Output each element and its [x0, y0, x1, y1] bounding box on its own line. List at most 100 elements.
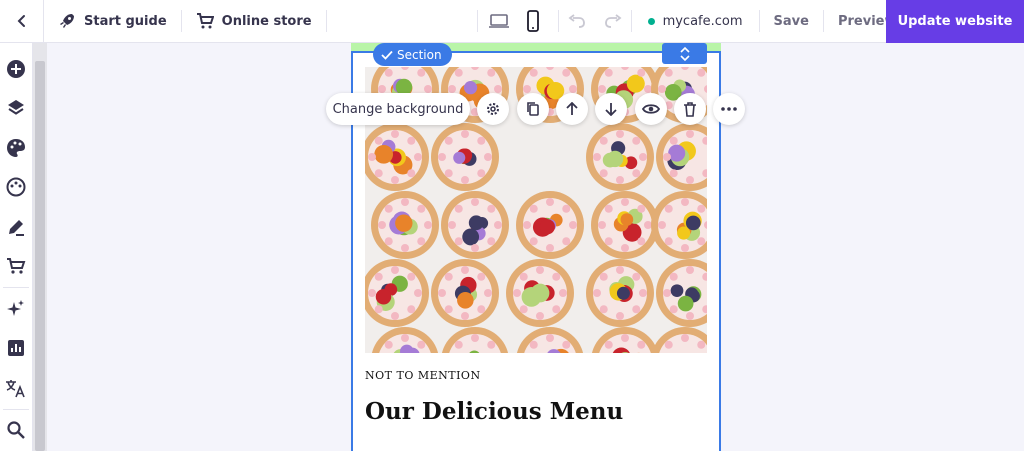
cream-dollop	[391, 266, 399, 274]
delete-section-button[interactable]	[674, 93, 706, 125]
cream-dollop	[484, 153, 492, 161]
cream-dollop	[487, 340, 496, 349]
arrow-down-icon	[605, 103, 617, 116]
start-guide-button[interactable]: Start guide	[44, 0, 181, 43]
cream-dollop	[471, 334, 479, 342]
cream-dollop	[559, 289, 567, 297]
cream-dollop	[487, 237, 496, 246]
cream-dollop	[454, 340, 463, 349]
cream-dollop	[686, 130, 694, 138]
cream-dollop	[407, 169, 416, 178]
redo-button[interactable]	[595, 0, 631, 43]
cream-dollop	[529, 68, 538, 77]
fruit-topping	[457, 292, 474, 309]
eye-icon	[642, 104, 660, 114]
cream-dollop	[448, 85, 456, 93]
section-settings-button[interactable]	[477, 93, 509, 125]
fruit-topping	[462, 228, 480, 246]
more-horizontal-icon	[721, 107, 737, 111]
toggle-visibility-button[interactable]	[635, 93, 667, 125]
online-store-button[interactable]: Online store	[182, 0, 326, 43]
back-button[interactable]	[0, 0, 44, 43]
layers-icon	[8, 100, 24, 115]
desktop-icon	[488, 14, 509, 28]
cream-dollop	[424, 221, 432, 229]
check-icon	[381, 50, 393, 60]
cream-dollop	[529, 204, 538, 213]
theme-button[interactable]	[0, 168, 33, 208]
section-badge[interactable]: Section	[373, 43, 452, 66]
cream-dollop	[644, 221, 652, 229]
duplicate-section-button[interactable]	[517, 93, 549, 125]
start-guide-label: Start guide	[84, 13, 167, 29]
scrollbar-thumb[interactable]	[35, 61, 45, 451]
ai-tools-button[interactable]	[0, 289, 33, 329]
cream-dollop	[569, 221, 577, 229]
save-button[interactable]: Save	[760, 14, 823, 29]
fruit-topping	[468, 215, 484, 231]
cream-dollop	[621, 198, 629, 206]
cream-dollop	[461, 176, 469, 184]
cream-dollop	[461, 130, 469, 138]
cream-dollop	[546, 334, 554, 342]
cream-dollop	[604, 68, 613, 77]
cream-dollop	[536, 312, 544, 320]
cream-dollop	[454, 237, 463, 246]
cream-dollop	[616, 312, 624, 320]
layers-button[interactable]	[0, 89, 33, 129]
add-element-button[interactable]	[0, 49, 33, 89]
cream-dollop	[477, 169, 486, 178]
chevron-up-down-icon	[679, 46, 690, 61]
cream-dollop	[562, 340, 571, 349]
undo-button[interactable]	[559, 0, 595, 43]
cream-dollop	[384, 68, 393, 77]
translate-button[interactable]	[0, 368, 33, 408]
domain-link[interactable]: mycafe.com	[632, 14, 759, 29]
left-scrollbar[interactable]	[33, 43, 47, 451]
divider	[476, 10, 478, 32]
cream-dollop	[697, 340, 706, 349]
cream-dollop	[529, 237, 538, 246]
reorder-handle[interactable]	[662, 43, 707, 64]
desktop-view-button[interactable]	[482, 0, 516, 43]
fruit-topping	[670, 284, 684, 298]
search-button[interactable]	[0, 411, 33, 451]
cream-dollop	[417, 340, 426, 349]
copy-icon	[527, 102, 539, 116]
cream-dollop	[658, 221, 666, 229]
cream-dollop	[562, 68, 571, 77]
cream-dollop	[368, 289, 376, 297]
change-background-button[interactable]: Change background	[326, 93, 470, 125]
fruit-topping	[539, 219, 555, 235]
rocket-icon	[60, 14, 74, 28]
chevron-left-icon	[17, 15, 25, 27]
cream-dollop	[471, 244, 479, 252]
store-button[interactable]	[0, 247, 33, 287]
cream-dollop	[697, 68, 706, 77]
cream-dollop	[569, 85, 577, 93]
store-icon	[7, 258, 26, 274]
cream-dollop	[616, 266, 624, 274]
cream-dollop	[461, 266, 469, 274]
analytics-button[interactable]	[0, 329, 33, 369]
arrow-up-icon	[566, 102, 578, 115]
edit-button[interactable]	[0, 207, 33, 247]
move-down-button[interactable]	[595, 93, 627, 125]
cream-dollop	[374, 305, 383, 314]
cream-dollop	[438, 289, 446, 297]
cream-dollop	[546, 244, 554, 252]
colors-button[interactable]	[0, 128, 33, 168]
update-website-button[interactable]: Update website	[886, 0, 1024, 43]
online-store-label: Online store	[221, 13, 312, 29]
fruit-topping	[375, 288, 392, 305]
cream-dollop	[686, 176, 694, 184]
ai-sparkle-icon	[7, 299, 24, 316]
cream-dollop	[632, 169, 641, 178]
mobile-view-button[interactable]	[516, 0, 550, 43]
cream-dollop	[401, 198, 409, 206]
cream-dollop	[616, 176, 624, 184]
move-up-button[interactable]	[556, 93, 588, 125]
cream-dollop	[417, 204, 426, 213]
more-options-button[interactable]	[713, 93, 745, 125]
cream-dollop	[471, 198, 479, 206]
